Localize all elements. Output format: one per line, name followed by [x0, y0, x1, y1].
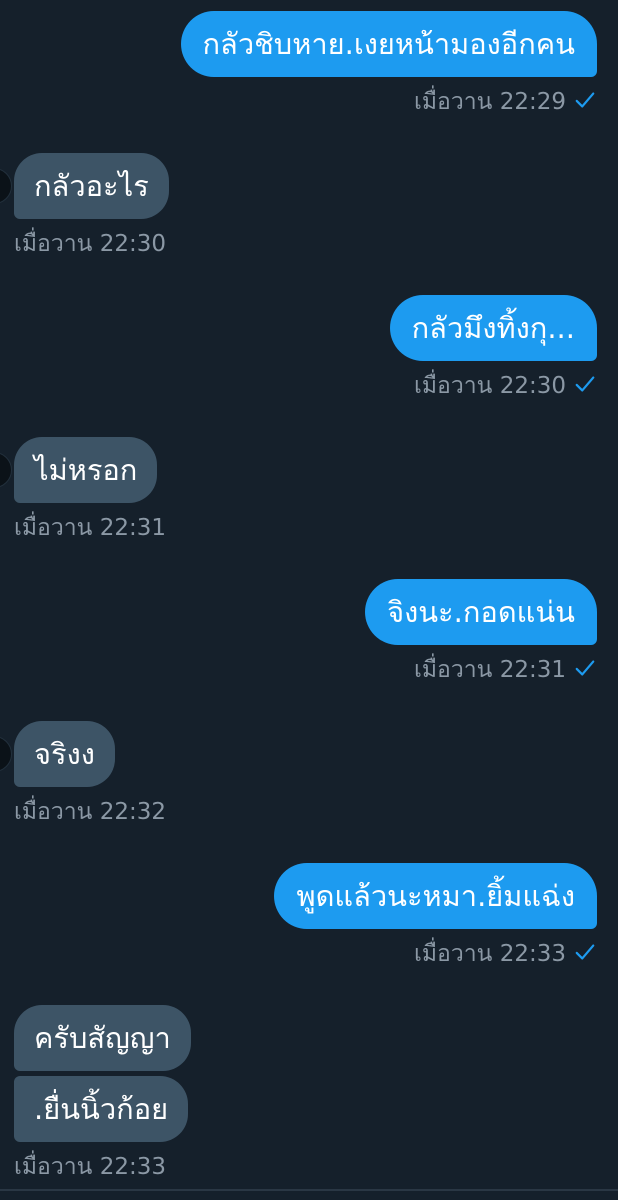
message-timestamp: เมื่อวาน 22:31 — [14, 515, 166, 541]
message-bubble-incoming[interactable]: จริงง — [14, 721, 115, 787]
divider — [0, 1189, 618, 1191]
check-icon — [575, 660, 595, 676]
message-timestamp: เมื่อวาน 22:30 — [414, 373, 566, 399]
message-bubble-incoming[interactable]: ครับสัญญา — [14, 1005, 191, 1071]
message-meta: เมื่อวาน 22:33 — [414, 939, 596, 969]
avatar[interactable] — [0, 168, 12, 204]
message-meta: เมื่อวาน 22:29 — [414, 87, 596, 117]
message-meta: เมื่อวาน 22:31 — [414, 655, 596, 685]
message-bubble-outgoing[interactable]: กลัวชิบหาย.เงยหน้ามองอีกคน — [180, 11, 597, 77]
message-timestamp: เมื่อวาน 22:33 — [414, 941, 566, 967]
message-timestamp: เมื่อวาน 22:33 — [14, 1154, 166, 1180]
avatar[interactable] — [0, 452, 12, 488]
message-bubble-incoming[interactable]: .ยื่นนิ้วก้อย — [14, 1076, 189, 1142]
check-icon — [575, 92, 595, 108]
message-bubble-incoming[interactable]: ไม่หรอก — [14, 437, 158, 503]
chat-thread: กลัวชิบหาย.เงยหน้ามองอีกคน เมื่อวาน 22:2… — [0, 0, 618, 1200]
message-timestamp: เมื่อวาน 22:30 — [14, 231, 166, 257]
check-icon — [575, 944, 595, 960]
message-timestamp: เมื่อวาน 22:32 — [14, 799, 166, 825]
message-bubble-outgoing[interactable]: จิงนะ.กอดแน่น — [365, 579, 597, 645]
message-bubble-outgoing[interactable]: พูดแล้วนะหมา.ยิ้มแฉ่ง — [274, 863, 597, 929]
message-timestamp: เมื่อวาน 22:31 — [414, 657, 566, 683]
message-bubble-incoming[interactable]: กลัวอะไร — [14, 153, 169, 219]
check-icon — [575, 376, 595, 392]
message-meta: เมื่อวาน 22:30 — [414, 371, 596, 401]
message-bubble-outgoing[interactable]: กลัวมึงทิ้งกุ... — [389, 295, 597, 361]
message-timestamp: เมื่อวาน 22:29 — [414, 89, 566, 115]
avatar[interactable] — [0, 736, 12, 772]
